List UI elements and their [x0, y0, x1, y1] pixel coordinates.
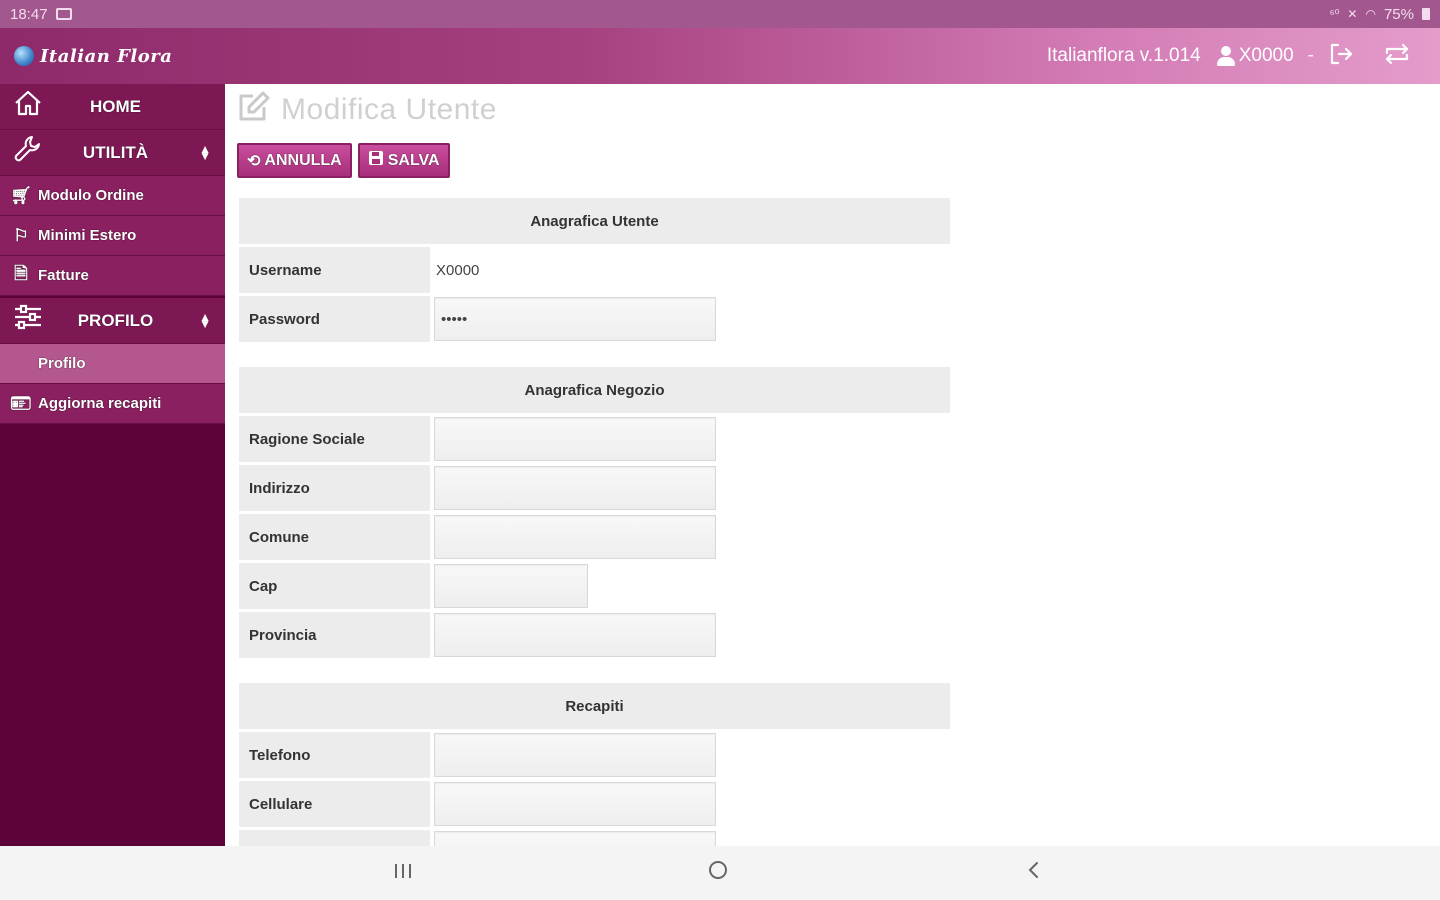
sidebar: HOME UTILITÀ ▲ ▼ 🛒︎ Modulo Ordine ⚐ Minim…: [0, 84, 225, 846]
wifi-icon: ◠: [1365, 7, 1376, 21]
ragione-sociale-label: Ragione Sociale: [239, 416, 430, 462]
section-header-contacts: Recapiti: [239, 683, 950, 729]
section-header-shop: Anagrafica Negozio: [239, 367, 950, 413]
flag-icon: ⚐: [13, 225, 29, 245]
edit-icon: [237, 90, 271, 130]
logout-icon[interactable]: [1328, 42, 1354, 71]
telefono-field[interactable]: [434, 733, 716, 777]
undo-icon: ⟲: [247, 152, 261, 170]
password-label: Password: [239, 296, 430, 342]
form-row-ragione-sociale: Ragione Sociale: [239, 416, 950, 462]
email-field[interactable]: [434, 831, 716, 846]
save-button[interactable]: SALVA: [357, 143, 450, 178]
sidebar-item-profilo-sub[interactable]: Profilo: [0, 344, 225, 384]
mute-icon: ✕: [1347, 7, 1358, 21]
email-label: Email: [239, 830, 430, 846]
save-label: SALVA: [387, 151, 440, 169]
username-value: X0000: [436, 261, 480, 279]
cancel-button[interactable]: ⟲ ANNULLA: [237, 143, 352, 178]
sliders-icon: [10, 303, 46, 338]
sidebar-item-minimi-estero[interactable]: ⚐ Minimi Estero: [0, 216, 225, 256]
system-nav-bar: [0, 846, 1440, 900]
sort-caret-icon: ▲ ▼: [199, 309, 211, 331]
form-row-indirizzo: Indirizzo: [239, 465, 950, 511]
file-icon: 🗎: [14, 264, 28, 283]
sidebar-item-label: Minimi Estero: [38, 227, 137, 244]
page-title-text: Modifica Utente: [281, 93, 497, 126]
comune-field[interactable]: [434, 515, 716, 559]
back-icon[interactable]: [1026, 860, 1042, 886]
page-title: Modifica Utente: [237, 90, 497, 130]
globe-icon: [14, 46, 34, 66]
cap-field[interactable]: [434, 564, 588, 608]
username-label: Username: [239, 247, 430, 293]
form-row-cellulare: Cellulare: [239, 781, 950, 827]
gallery-notification-icon: [55, 8, 72, 20]
user-form: Anagrafica Utente Username X0000 Passwor…: [239, 198, 950, 846]
cart-icon: 🛒︎: [10, 185, 32, 205]
user-menu[interactable]: X0000: [1215, 45, 1294, 67]
form-row-comune: Comune: [239, 514, 950, 560]
user-icon: [1215, 45, 1237, 67]
status-time: 18:47: [10, 5, 48, 23]
wrench-icon: [10, 134, 46, 171]
password-field[interactable]: •••••: [434, 297, 716, 341]
sidebar-item-label: HOME: [90, 96, 141, 116]
sidebar-item-home[interactable]: HOME: [0, 84, 225, 130]
save-icon: [368, 150, 384, 171]
sidebar-item-fatture[interactable]: 🗎 Fatture: [0, 256, 225, 296]
app-logo[interactable]: Italian Flora: [14, 46, 172, 67]
cellulare-label: Cellulare: [239, 781, 430, 827]
sidebar-item-label: Fatture: [38, 267, 89, 284]
provincia-field[interactable]: [434, 613, 716, 657]
header-separator: -: [1307, 45, 1314, 66]
provincia-label: Provincia: [239, 612, 430, 658]
app-version: Italianflora v.1.014: [1046, 45, 1201, 66]
app-header: Italian Flora Italianflora v.1.014 X0000…: [0, 28, 1440, 84]
main-content: Modifica Utente ⟲ ANNULLA SALVA Anagrafi…: [225, 84, 1440, 846]
sort-caret-icon: ▲ ▼: [199, 141, 211, 163]
sidebar-item-label: Profilo: [38, 355, 86, 372]
recent-apps-icon[interactable]: [392, 860, 414, 886]
form-row-provincia: Provincia: [239, 612, 950, 658]
battery-icon: [1422, 8, 1430, 20]
user-name: X0000: [1238, 45, 1294, 66]
indirizzo-field[interactable]: [434, 466, 716, 510]
sidebar-item-utilita[interactable]: UTILITÀ ▲ ▼: [0, 130, 225, 176]
indirizzo-label: Indirizzo: [239, 465, 430, 511]
hd-voice-icon: ⁶⁰: [1329, 7, 1340, 21]
home-icon: [10, 89, 46, 124]
ragione-sociale-field[interactable]: [434, 417, 716, 461]
comune-label: Comune: [239, 514, 430, 560]
logo-text: Italian Flora: [40, 45, 173, 67]
home-nav-icon[interactable]: [707, 859, 729, 887]
battery-level: 75%: [1383, 5, 1414, 23]
cancel-label: ANNULLA: [264, 151, 342, 169]
status-bar: 18:47 ⁶⁰ ✕ ◠ 75%: [0, 0, 1440, 28]
form-row-cap: Cap: [239, 563, 950, 609]
sync-icon[interactable]: [1382, 42, 1412, 71]
sidebar-item-profilo[interactable]: PROFILO ▲ ▼: [0, 298, 225, 344]
section-header-user: Anagrafica Utente: [239, 198, 950, 244]
sidebar-item-label: Aggiorna recapiti: [38, 395, 162, 412]
form-row-username: Username X0000: [239, 247, 950, 293]
sidebar-item-label: Modulo Ordine: [38, 187, 144, 204]
form-row-password: Password •••••: [239, 296, 950, 342]
id-card-icon: 🪪︎: [10, 393, 32, 413]
form-row-telefono: Telefono: [239, 732, 950, 778]
sidebar-item-aggiorna-recapiti[interactable]: 🪪︎ Aggiorna recapiti: [0, 384, 225, 424]
cellulare-field[interactable]: [434, 782, 716, 826]
sidebar-item-modulo-ordine[interactable]: 🛒︎ Modulo Ordine: [0, 176, 225, 216]
form-row-email: Email: [239, 830, 950, 846]
cap-label: Cap: [239, 563, 430, 609]
telefono-label: Telefono: [239, 732, 430, 778]
action-toolbar: ⟲ ANNULLA SALVA: [237, 143, 450, 178]
